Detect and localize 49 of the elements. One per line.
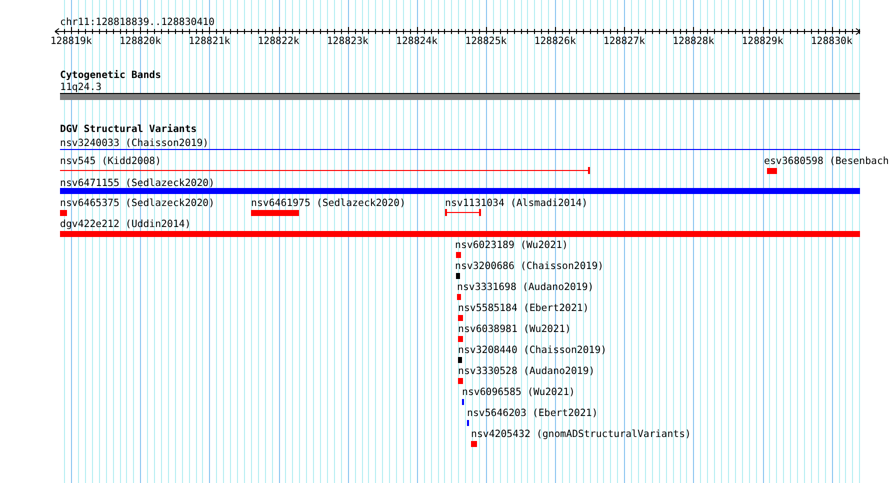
feature-label: nsv3330528 (Audano2019) xyxy=(458,366,595,377)
feature-bar[interactable] xyxy=(60,188,860,194)
feature-label: nsv5646203 (Ebert2021) xyxy=(467,408,598,419)
tick-label: 128827k xyxy=(603,36,646,47)
feature-label: nsv3208440 (Chaisson2019) xyxy=(458,345,607,356)
feature-bar[interactable] xyxy=(458,315,463,321)
tick-label: 128826k xyxy=(534,36,576,47)
feature-label: nsv545 (Kidd2008) xyxy=(60,156,162,167)
tick-label: 128821k xyxy=(188,36,230,47)
feature-label: nsv6096585 (Wu2021) xyxy=(462,387,575,398)
feature-bar[interactable] xyxy=(60,231,860,237)
feature-bar[interactable] xyxy=(458,357,462,363)
feature-label: nsv6465375 (Sedlazeck2020) xyxy=(60,198,215,209)
feature-label: nsv1131034 (Alsmadi2014) xyxy=(445,198,588,209)
feature-bar[interactable] xyxy=(251,210,299,216)
feature-bar[interactable] xyxy=(456,273,460,279)
tick-label: 128830k xyxy=(810,36,852,47)
feature-label: nsv4205432 (gnomADStructuralVariants) xyxy=(471,429,691,440)
feature-label: esv3680598 (Besenbach xyxy=(764,156,889,167)
feature-label: nsv6023189 (Wu2021) xyxy=(455,240,568,251)
tick-label: 128829k xyxy=(742,36,784,47)
feature-label: nsv6461975 (Sedlazeck2020) xyxy=(251,198,406,209)
feature-bar[interactable] xyxy=(457,294,461,300)
tick-label: 128825k xyxy=(465,36,507,47)
tick-label: 128820k xyxy=(119,36,162,47)
track-title: DGV Structural Variants xyxy=(60,124,197,135)
feature-label: dgv422e212 (Uddin2014) xyxy=(60,219,191,230)
feature-label: nsv3240033 (Chaisson2019) xyxy=(60,138,209,149)
feature-bar[interactable] xyxy=(458,336,463,342)
feature-line[interactable] xyxy=(60,167,590,174)
tick-label: 128819k xyxy=(50,36,92,47)
location-label: chr11:128818839..128830410 xyxy=(60,17,215,28)
tick-label: 128823k xyxy=(326,36,368,47)
track-title: Cytogenetic Bands xyxy=(60,70,162,81)
tick-label: 128824k xyxy=(396,36,438,47)
feature-label: nsv6471155 (Sedlazeck2020) xyxy=(60,178,215,189)
feature-bar[interactable] xyxy=(767,168,777,174)
band-label: 11q24.3 xyxy=(60,82,102,93)
feature-bar[interactable] xyxy=(60,210,67,216)
feature-label: nsv3331698 (Audano2019) xyxy=(457,282,594,293)
feature-label: nsv3200686 (Chaisson2019) xyxy=(455,261,604,272)
tick-label: 128822k xyxy=(258,36,300,47)
feature-bar[interactable] xyxy=(456,252,461,258)
feature-interval[interactable] xyxy=(445,209,481,216)
feature-label: nsv5585184 (Ebert2021) xyxy=(458,303,589,314)
feature-label: nsv6038981 (Wu2021) xyxy=(458,324,571,335)
tick-label: 128828k xyxy=(672,36,714,47)
feature-bar[interactable] xyxy=(458,378,463,384)
feature-bar[interactable] xyxy=(471,441,477,447)
